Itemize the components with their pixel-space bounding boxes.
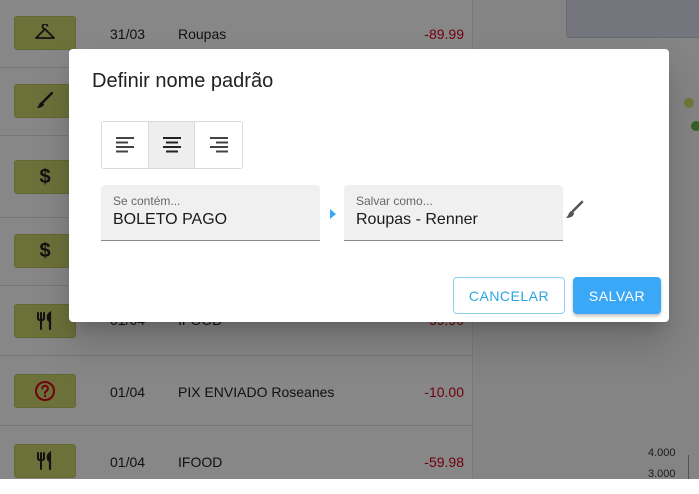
text-alignment-group bbox=[101, 121, 243, 169]
align-right-button[interactable] bbox=[195, 122, 242, 168]
align-center-icon bbox=[162, 137, 181, 153]
arrow-right-icon bbox=[330, 209, 336, 219]
brush-icon[interactable] bbox=[564, 200, 584, 220]
contains-field[interactable]: Se contém... bbox=[101, 185, 320, 241]
save-as-input[interactable] bbox=[356, 211, 556, 229]
align-left-icon bbox=[115, 137, 134, 153]
contains-input[interactable] bbox=[113, 211, 313, 229]
align-left-button[interactable] bbox=[102, 122, 149, 168]
cancel-button[interactable]: CANCELAR bbox=[453, 277, 565, 314]
default-name-dialog: Definir nome padrão Se contém... BOLETO … bbox=[69, 49, 669, 322]
save-as-field-label: Salvar como... bbox=[356, 194, 433, 208]
contains-field-label: Se contém... bbox=[113, 194, 181, 208]
save-button[interactable]: SALVAR bbox=[573, 277, 661, 314]
dialog-title: Definir nome padrão bbox=[92, 70, 274, 92]
save-as-field[interactable]: Salvar como... bbox=[344, 185, 563, 241]
align-right-icon bbox=[209, 137, 228, 153]
align-center-button[interactable] bbox=[148, 122, 196, 168]
